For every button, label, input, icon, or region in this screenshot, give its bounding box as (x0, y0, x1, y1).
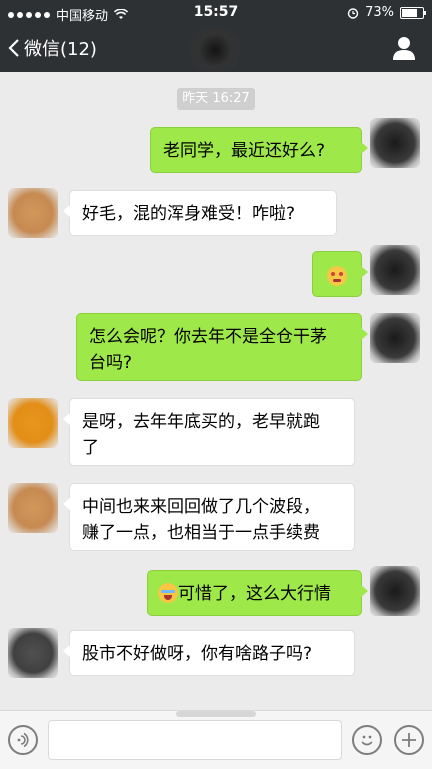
my-avatar[interactable] (370, 245, 420, 295)
my-avatar[interactable] (370, 118, 420, 168)
message-text: 股市不好做呀，你有啥路子吗? (82, 644, 313, 664)
message-input[interactable] (48, 720, 342, 760)
my-avatar[interactable] (370, 313, 420, 363)
emoji-button[interactable] (352, 725, 382, 755)
voice-icon (17, 732, 29, 748)
nav-bar: 微信(12) (0, 24, 432, 72)
voice-button[interactable] (8, 725, 38, 755)
input-bar (0, 710, 432, 769)
contact-avatar[interactable] (8, 398, 58, 448)
plus-icon (402, 733, 416, 747)
chat-title-redacted (185, 28, 245, 72)
contact-avatar[interactable] (8, 628, 58, 678)
contact-avatar[interactable] (8, 188, 58, 238)
message-text: 老同学，最近还好么? (163, 141, 326, 161)
status-bar: 中国移动 15:57 73% (0, 0, 432, 24)
message-bubble[interactable]: 是呀，去年年底买的，老早就跑 了 (63, 398, 355, 466)
message-bubble[interactable]: 股市不好做呀，你有啥路子吗? (63, 630, 355, 676)
message-text-line: 是呀，去年年底买的，老早就跑 (82, 412, 320, 432)
message-text: 可惜了，这么大行情 (178, 584, 331, 604)
message-bubble[interactable] (312, 251, 368, 297)
chat-timestamp: 昨天 16:27 (177, 88, 255, 110)
message-text: 好毛，混的浑身难受！咋啦? (82, 204, 296, 224)
message-text-line: 了 (82, 438, 99, 458)
angry-face-icon (327, 266, 347, 286)
input-bar-handle (176, 711, 256, 717)
back-button[interactable]: 微信(12) (8, 35, 97, 61)
my-avatar[interactable] (370, 566, 420, 616)
message-text-line: 怎么会呢？你去年不是全仓干茅 (89, 327, 327, 347)
battery-icon (400, 6, 426, 19)
message-text-line: 台吗? (89, 353, 133, 373)
alarm-icon (347, 7, 359, 19)
message-bubble[interactable]: 好毛，混的浑身难受！咋啦? (63, 190, 337, 236)
message-bubble[interactable]: 中间也来来回回做了几个波段， 赚了一点，也相当于一点手续费 (63, 483, 355, 551)
add-button[interactable] (394, 725, 424, 755)
message-text-line: 中间也来来回回做了几个波段， (82, 497, 320, 517)
message-bubble[interactable]: 怎么会呢？你去年不是全仓干茅 台吗? (76, 313, 368, 381)
contact-avatar[interactable] (8, 483, 58, 533)
crying-face-icon (158, 583, 178, 603)
chevron-left-icon (8, 39, 19, 57)
back-label: 微信(12) (24, 39, 97, 60)
person-icon[interactable] (390, 34, 418, 62)
battery-percent: 73% (365, 5, 394, 20)
smiley-icon (361, 735, 373, 746)
message-text-line: 赚了一点，也相当于一点手续费 (82, 523, 320, 543)
status-right: 73% (347, 5, 426, 20)
message-bubble[interactable]: 老同学，最近还好么? (150, 127, 368, 173)
message-bubble[interactable]: 可惜了，这么大行情 (147, 570, 368, 616)
